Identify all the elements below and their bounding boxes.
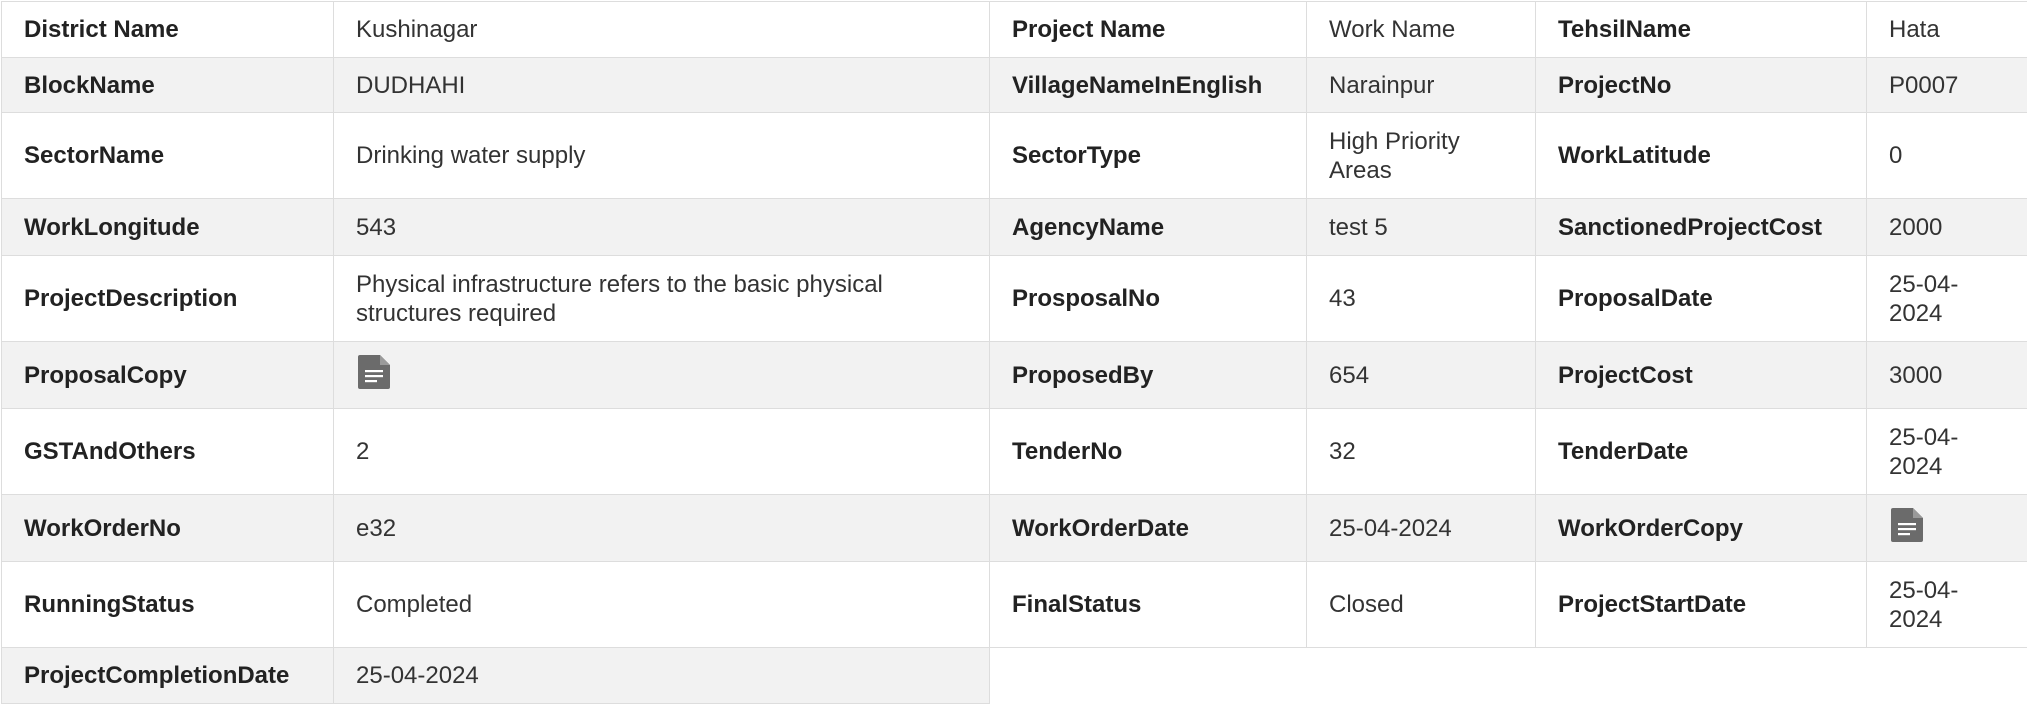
- work-longitude-label: WorkLongitude: [2, 199, 334, 256]
- sector-name-label: SectorName: [2, 113, 334, 199]
- proposal-copy-label: ProposalCopy: [2, 342, 334, 409]
- proposal-no-label: ProsposalNo: [990, 256, 1307, 342]
- work-order-copy-value: [1867, 495, 2027, 562]
- agency-name-value: test 5: [1307, 199, 1536, 256]
- tender-no-value: 32: [1307, 409, 1536, 495]
- running-status-label: RunningStatus: [2, 562, 334, 648]
- project-name-label: Project Name: [990, 2, 1307, 58]
- district-name-label: District Name: [2, 2, 334, 58]
- project-no-value: P0007: [1867, 58, 2027, 113]
- sector-name-value: Drinking water supply: [334, 113, 990, 199]
- tender-date-label: TenderDate: [1536, 409, 1867, 495]
- project-start-date-label: ProjectStartDate: [1536, 562, 1867, 648]
- final-status-value: Closed: [1307, 562, 1536, 648]
- work-order-no-value: e32: [334, 495, 990, 562]
- running-status-value: Completed: [334, 562, 990, 648]
- tender-no-label: TenderNo: [990, 409, 1307, 495]
- sector-type-value: High Priority Areas: [1307, 113, 1536, 199]
- proposed-by-value: 654: [1307, 342, 1536, 409]
- tehsil-name-value: Hata: [1867, 2, 2027, 58]
- document-icon[interactable]: [1889, 506, 1925, 551]
- project-completion-date-value: 25-04-2024: [334, 648, 990, 704]
- project-cost-value: 3000: [1867, 342, 2027, 409]
- document-icon[interactable]: [356, 353, 392, 398]
- work-latitude-label: WorkLatitude: [1536, 113, 1867, 199]
- proposal-date-value: 25-04-2024: [1867, 256, 2027, 342]
- work-order-date-value: 25-04-2024: [1307, 495, 1536, 562]
- project-cost-label: ProjectCost: [1536, 342, 1867, 409]
- project-description-value: Physical infrastructure refers to the ba…: [334, 256, 990, 342]
- empty-cell: [990, 648, 2027, 704]
- project-details-table: District Name Kushinagar Project Name Wo…: [1, 1, 2027, 704]
- gst-and-others-value: 2: [334, 409, 990, 495]
- work-order-no-label: WorkOrderNo: [2, 495, 334, 562]
- proposed-by-label: ProposedBy: [990, 342, 1307, 409]
- work-order-date-label: WorkOrderDate: [990, 495, 1307, 562]
- project-name-value: Work Name: [1307, 2, 1536, 58]
- proposal-copy-value: [334, 342, 990, 409]
- proposal-date-label: ProposalDate: [1536, 256, 1867, 342]
- work-latitude-value: 0: [1867, 113, 2027, 199]
- tender-date-value: 25-04-2024: [1867, 409, 2027, 495]
- work-longitude-value: 543: [334, 199, 990, 256]
- gst-and-others-label: GSTAndOthers: [2, 409, 334, 495]
- project-description-label: ProjectDescription: [2, 256, 334, 342]
- sanctioned-project-cost-label: SanctionedProjectCost: [1536, 199, 1867, 256]
- tehsil-name-label: TehsilName: [1536, 2, 1867, 58]
- district-name-value: Kushinagar: [334, 2, 990, 58]
- final-status-label: FinalStatus: [990, 562, 1307, 648]
- agency-name-label: AgencyName: [990, 199, 1307, 256]
- village-name-label: VillageNameInEnglish: [990, 58, 1307, 113]
- work-order-copy-label: WorkOrderCopy: [1536, 495, 1867, 562]
- block-name-label: BlockName: [2, 58, 334, 113]
- proposal-no-value: 43: [1307, 256, 1536, 342]
- sector-type-label: SectorType: [990, 113, 1307, 199]
- project-no-label: ProjectNo: [1536, 58, 1867, 113]
- block-name-value: DUDHAHI: [334, 58, 990, 113]
- village-name-value: Narainpur: [1307, 58, 1536, 113]
- project-completion-date-label: ProjectCompletionDate: [2, 648, 334, 704]
- sanctioned-project-cost-value: 2000: [1867, 199, 2027, 256]
- project-start-date-value: 25-04-2024: [1867, 562, 2027, 648]
